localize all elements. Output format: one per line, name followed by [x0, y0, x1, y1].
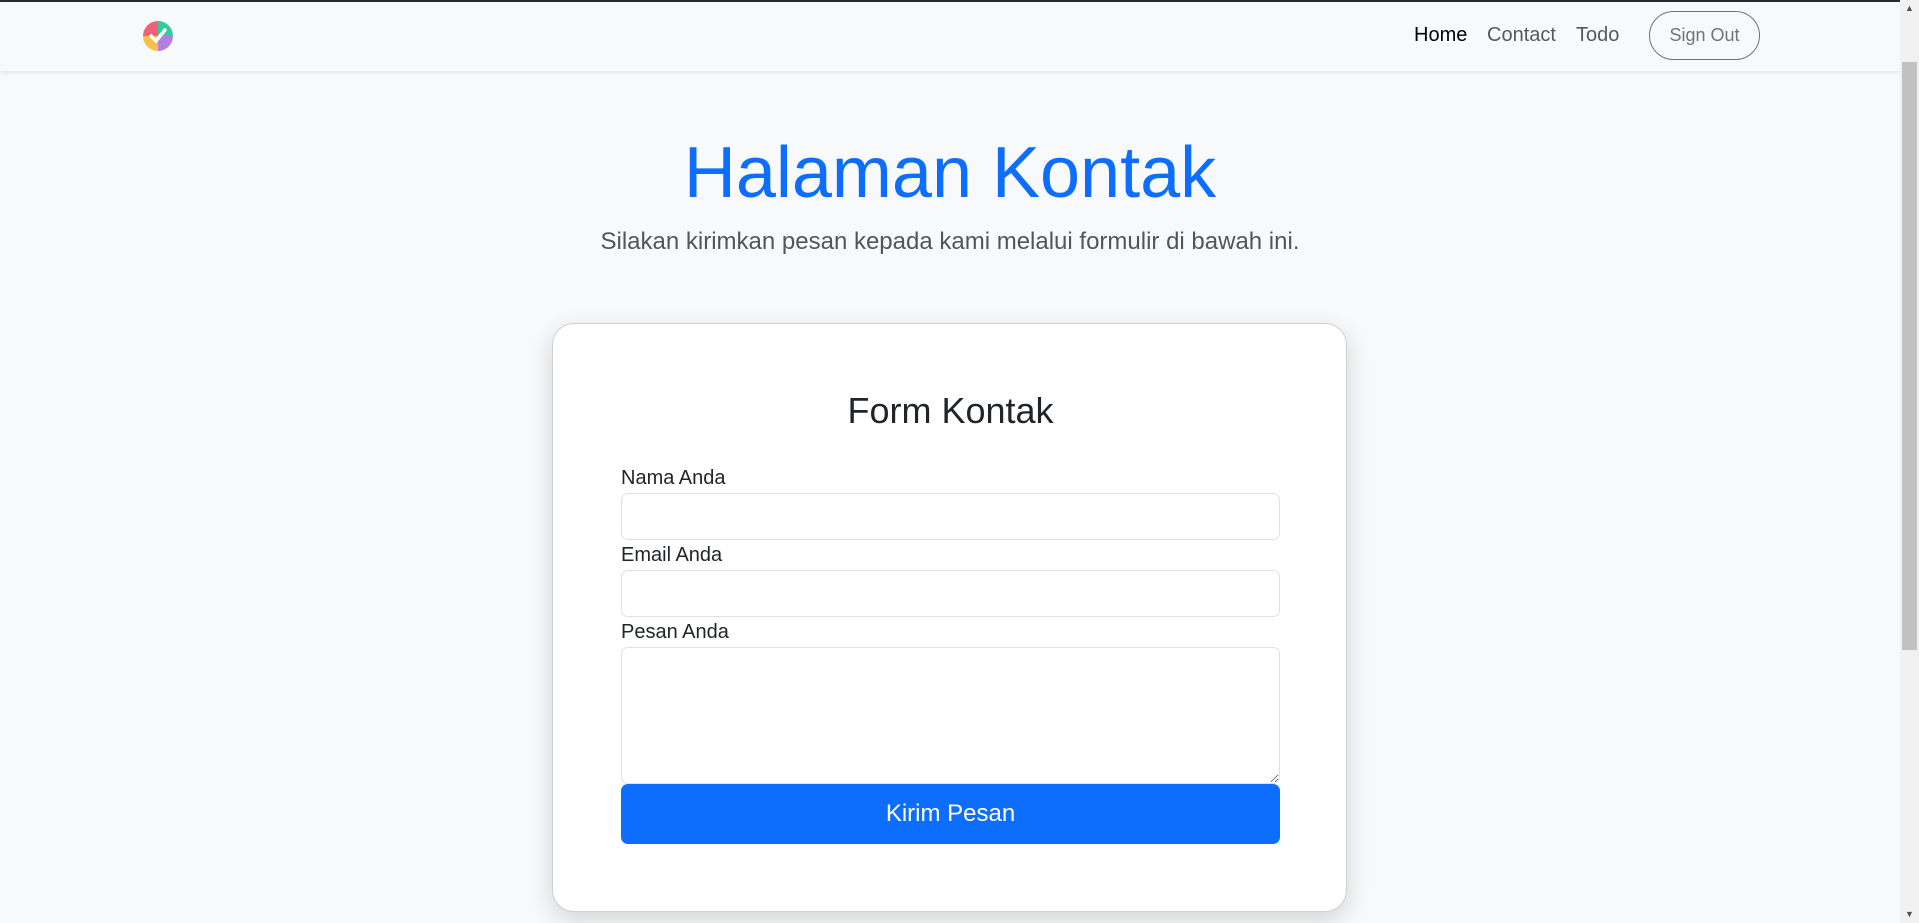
nav-links: Home Contact Todo: [0, 2, 1900, 71]
message-textarea[interactable]: [621, 647, 1280, 784]
name-label: Nama Anda: [621, 467, 726, 489]
page-subtitle: Silakan kirimkan pesan kepada kami melal…: [600, 228, 1300, 255]
scroll-up-arrow-icon[interactable]: ▲: [1900, 0, 1919, 17]
scrollbar-thumb[interactable]: [1902, 62, 1917, 650]
scroll-down-arrow-icon[interactable]: ▼: [1900, 906, 1919, 923]
name-input[interactable]: [621, 493, 1280, 540]
navbar: Home Contact Todo Sign Out: [0, 2, 1900, 71]
vertical-scrollbar[interactable]: ▲ ▼: [1900, 0, 1919, 923]
send-message-button[interactable]: Kirim Pesan: [621, 784, 1280, 844]
nav-link-todo[interactable]: Todo: [1576, 24, 1619, 47]
nav-link-contact[interactable]: Contact: [1487, 24, 1556, 47]
nav-link-home[interactable]: Home: [1414, 24, 1467, 47]
page-title: Halaman Kontak: [683, 133, 1217, 213]
message-label: Pesan Anda: [621, 621, 729, 643]
email-input[interactable]: [621, 570, 1280, 617]
email-label: Email Anda: [621, 544, 723, 566]
form-title: Form Kontak: [847, 390, 1054, 431]
contact-form-card: Form Kontak Nama Anda Email Anda Pesan A…: [552, 323, 1347, 912]
sign-out-button[interactable]: Sign Out: [1649, 11, 1760, 60]
